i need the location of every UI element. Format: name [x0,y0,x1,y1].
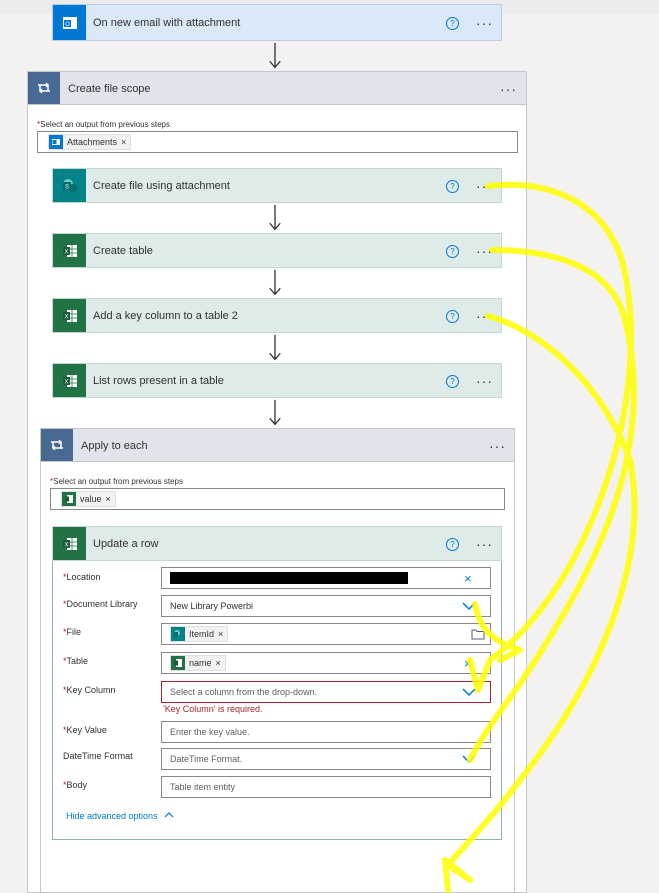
excel-icon: X [53,364,86,397]
key-column-label: *Key Column [63,685,116,695]
value-token[interactable]: value × [61,491,116,507]
apply-to-each-title: Apply to each [81,440,148,452]
folder-icon[interactable] [471,628,485,640]
body-input[interactable]: Table item entity [161,776,491,798]
chevron-down-icon[interactable] [462,687,476,697]
hide-advanced-options-link[interactable]: Hide advanced options [66,811,174,821]
doclib-label: *Document Library [63,599,138,609]
itemid-token[interactable]: ItemId × [170,626,229,642]
svg-text:X: X [64,379,68,385]
close-icon[interactable]: × [121,137,126,147]
trigger-title: On new email with attachment [93,17,241,29]
close-icon[interactable]: × [106,494,111,504]
key-value-input[interactable]: Enter the key value. [161,721,491,743]
more-options-icon[interactable]: ··· [489,439,506,453]
loop-icon [41,429,73,461]
scope-icon [28,72,60,104]
chevron-up-icon [164,812,174,818]
help-icon[interactable]: ? [446,538,459,551]
sharepoint-icon: S [53,169,86,202]
table-input[interactable]: name × [161,652,491,674]
list-rows-card[interactable]: X List rows present in a table ? ··· [52,363,502,398]
key-column-error: 'Key Column' is required. [163,704,263,714]
key-column-select[interactable]: Select a column from the drop-down. [161,681,491,703]
sharepoint-icon [171,627,185,641]
create-table-card[interactable]: X Create table ? ··· [52,233,502,268]
add-key-column-title: Add a key column to a table 2 [93,310,238,322]
help-icon[interactable]: ? [446,310,459,323]
chevron-down-icon[interactable] [462,601,476,611]
excel-icon: X [53,527,86,560]
excel-icon: X [53,234,86,267]
apply-select-input[interactable]: value × [50,488,505,510]
update-row-header[interactable]: X Update a row ? ··· [52,526,502,561]
more-options-icon[interactable]: ··· [476,537,493,551]
body-label: *Body [63,780,88,790]
update-row-title: Update a row [93,538,159,550]
file-label: *File [63,627,82,637]
trigger-card[interactable]: O On new email with attachment ? ··· [52,4,502,41]
svg-text:O: O [65,22,70,28]
flow-arrow [269,269,281,296]
update-row-card: X Update a row ? ··· *Location × *Docume… [52,526,502,840]
more-options-icon[interactable]: ··· [476,374,493,388]
create-file-card[interactable]: S Create file using attachment ? ··· [52,168,502,203]
create-table-title: Create table [93,245,153,257]
help-icon[interactable]: ? [446,375,459,388]
name-token[interactable]: name × [170,655,226,671]
excel-icon [62,492,76,506]
svg-text:S: S [64,184,68,190]
scope-select-input[interactable]: Attachments × [37,131,518,153]
scope-title: Create file scope [68,83,151,95]
help-icon[interactable]: ? [446,17,459,30]
excel-icon [171,656,185,670]
flow-arrow [269,204,281,231]
clear-icon[interactable]: × [464,571,472,586]
location-input[interactable] [161,567,491,589]
svg-text:X: X [64,249,68,255]
outlook-icon [49,135,63,149]
key-value-label: *Key Value [63,725,107,735]
svg-text:X: X [64,542,68,548]
flow-arrow [269,42,281,69]
datetime-select[interactable]: DateTime Format. [161,748,491,770]
apply-select-label: *Select an output from previous steps [50,477,183,486]
create-file-title: Create file using attachment [93,180,230,192]
excel-icon: X [53,299,86,332]
more-options-icon[interactable]: ··· [500,82,517,96]
table-label: *Table [63,656,89,666]
help-icon[interactable]: ? [446,180,459,193]
apply-to-each-header[interactable]: Apply to each ··· [40,428,515,462]
help-icon[interactable]: ? [446,245,459,258]
clear-icon[interactable]: × [464,656,472,671]
close-icon[interactable]: × [216,658,221,668]
more-options-icon[interactable]: ··· [476,309,493,323]
svg-text:X: X [64,314,68,320]
more-options-icon[interactable]: ··· [476,244,493,258]
redacted-value [170,572,408,584]
flow-arrow [269,399,281,426]
location-label: *Location [63,572,101,582]
file-input[interactable]: ItemId × [161,623,491,645]
more-options-icon[interactable]: ··· [476,179,493,193]
attachments-token[interactable]: Attachments × [48,134,132,150]
scope-header[interactable]: Create file scope ··· [27,71,527,105]
datetime-label: DateTime Format [63,751,133,761]
close-icon[interactable]: × [218,629,223,639]
more-options-icon[interactable]: ··· [476,16,493,30]
doclib-select[interactable]: New Library Powerbi [161,595,491,617]
list-rows-title: List rows present in a table [93,375,224,387]
add-key-column-card[interactable]: X Add a key column to a table 2 ? ··· [52,298,502,333]
chevron-down-icon[interactable] [462,754,476,764]
scope-select-label: *Select an output from previous steps [37,120,170,129]
outlook-icon: O [53,5,86,40]
flow-arrow [269,334,281,361]
